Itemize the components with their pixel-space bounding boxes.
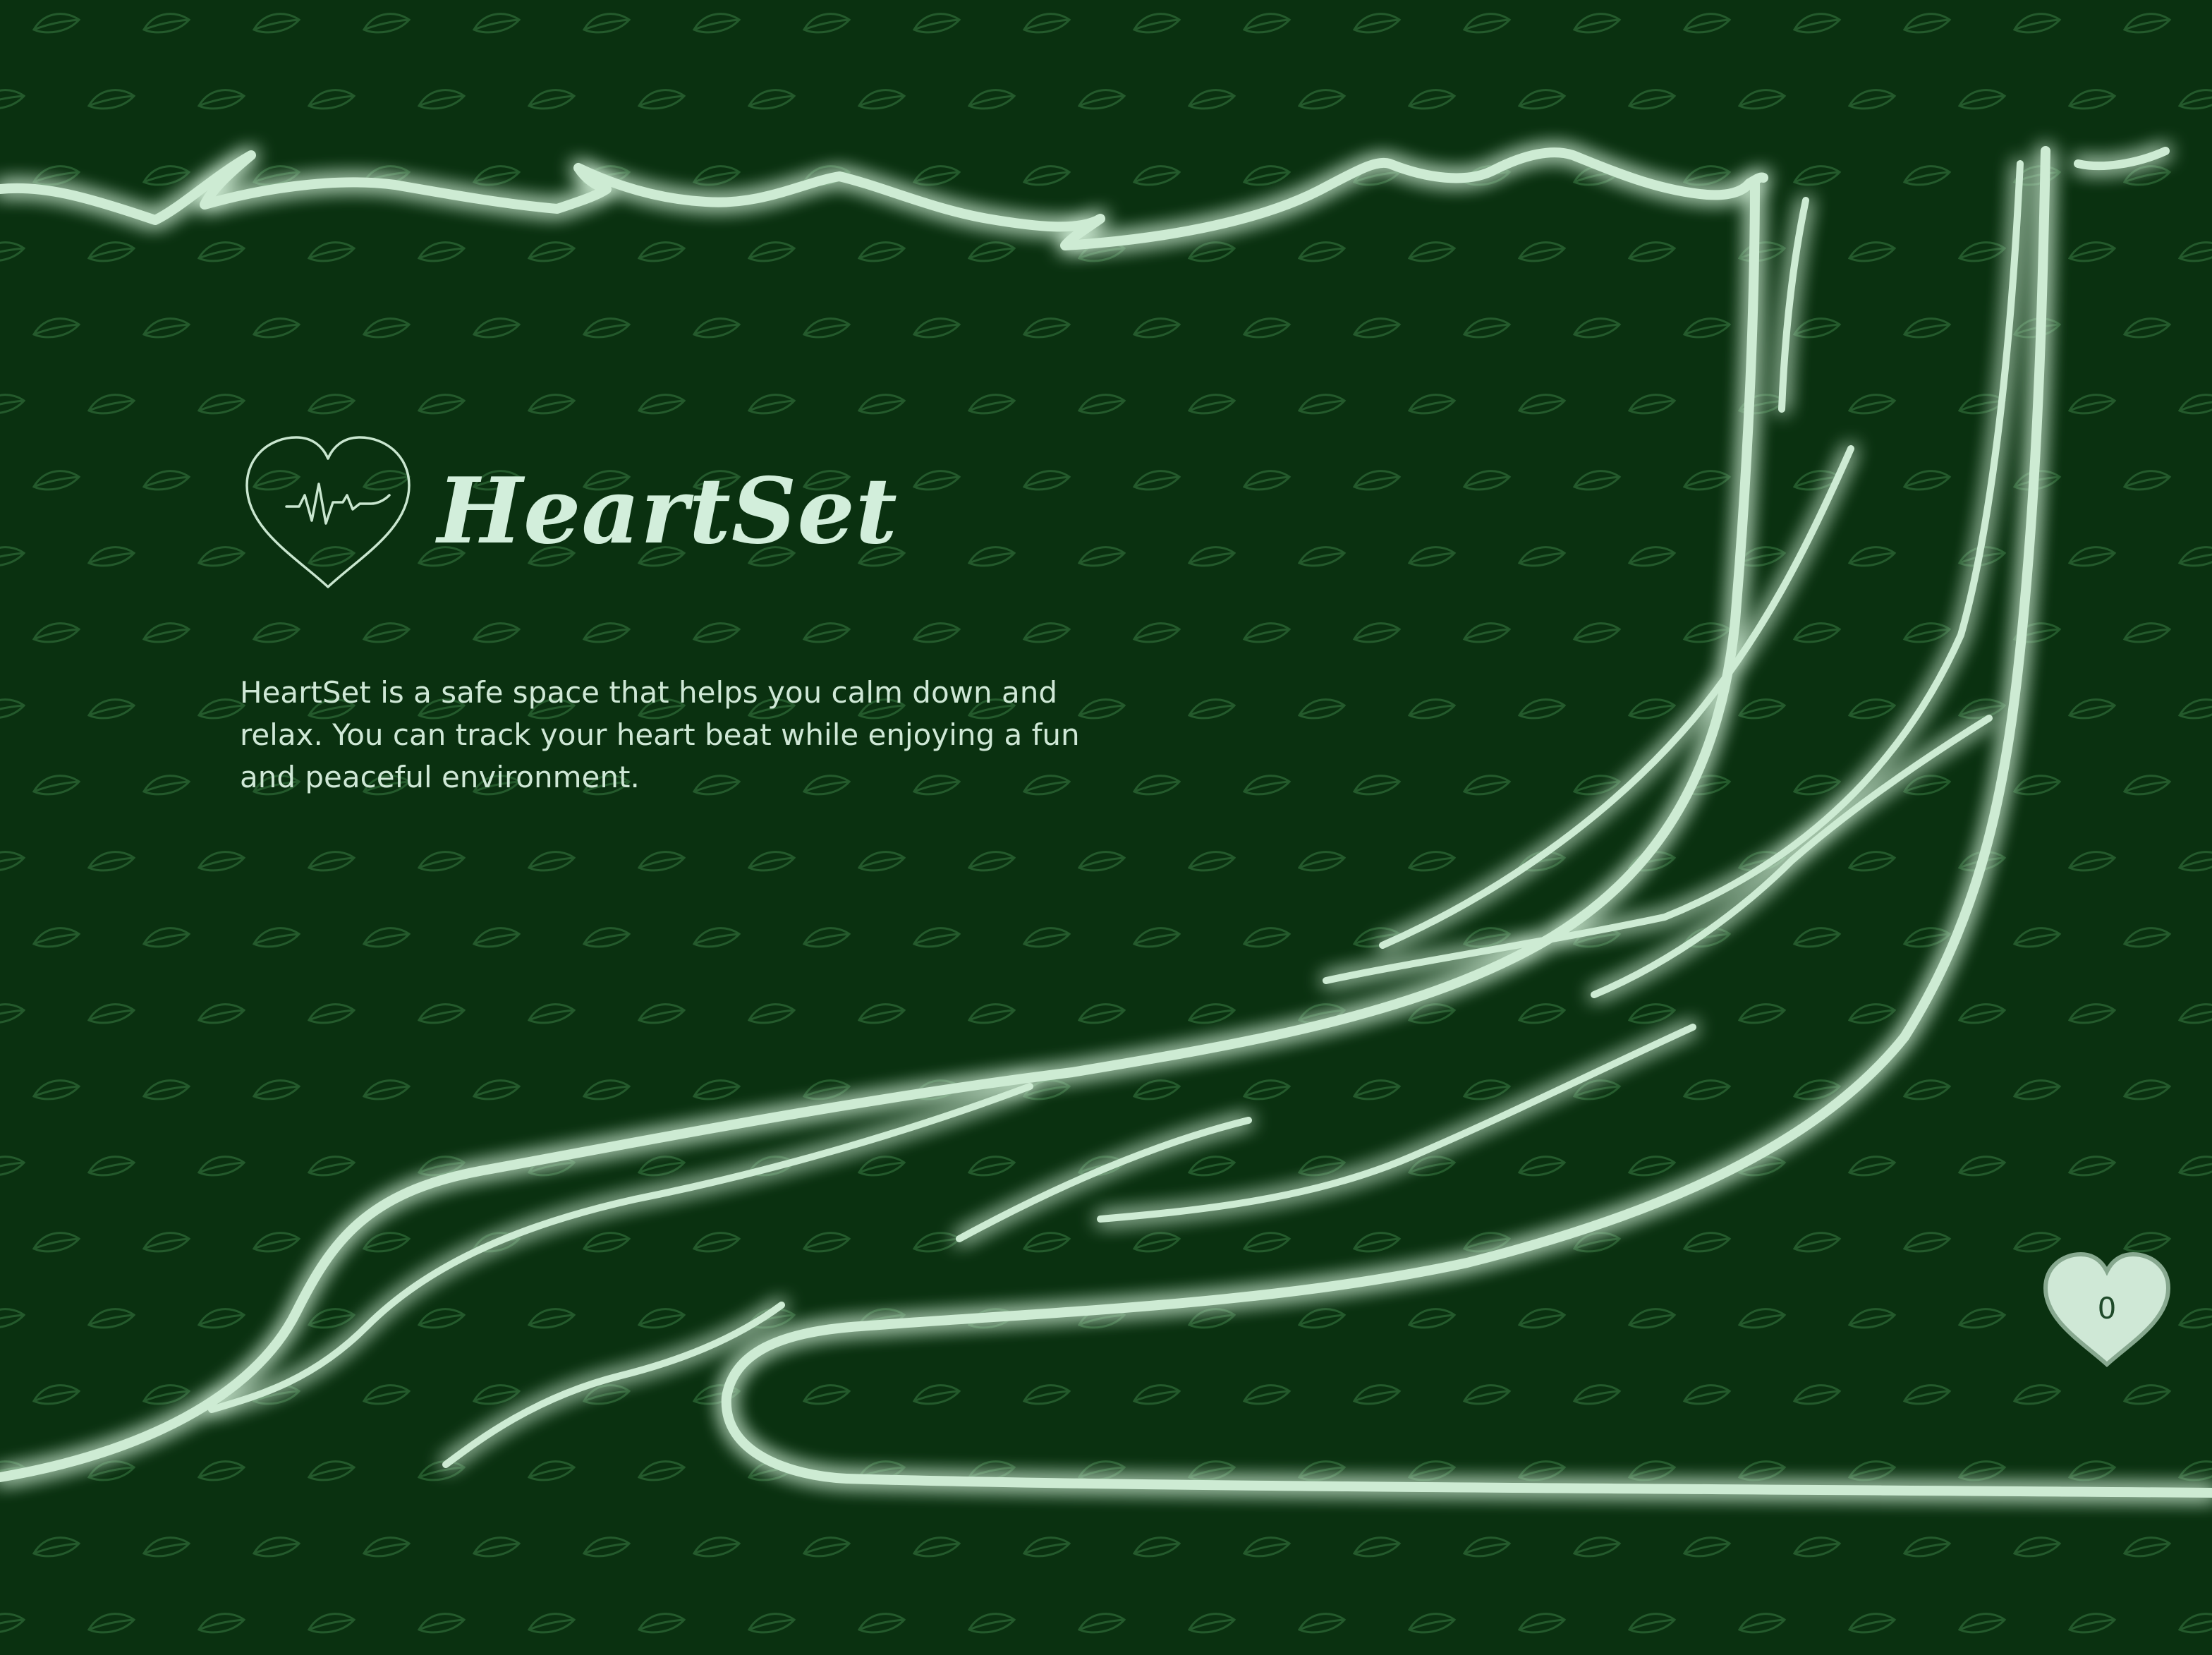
tree-illustration [0, 146, 2212, 1498]
landing-page: HeartSet HeartSet is a safe space that h… [0, 0, 2212, 1655]
brand-header: HeartSet [240, 430, 898, 593]
app-description: HeartSet is a safe space that helps you … [240, 675, 1080, 794]
heart-counter-button[interactable]: 0 [2041, 1250, 2172, 1369]
app-title: HeartSet [437, 459, 898, 564]
heart-count-value: 0 [2097, 1291, 2117, 1326]
heart-pulse-icon [245, 436, 411, 588]
